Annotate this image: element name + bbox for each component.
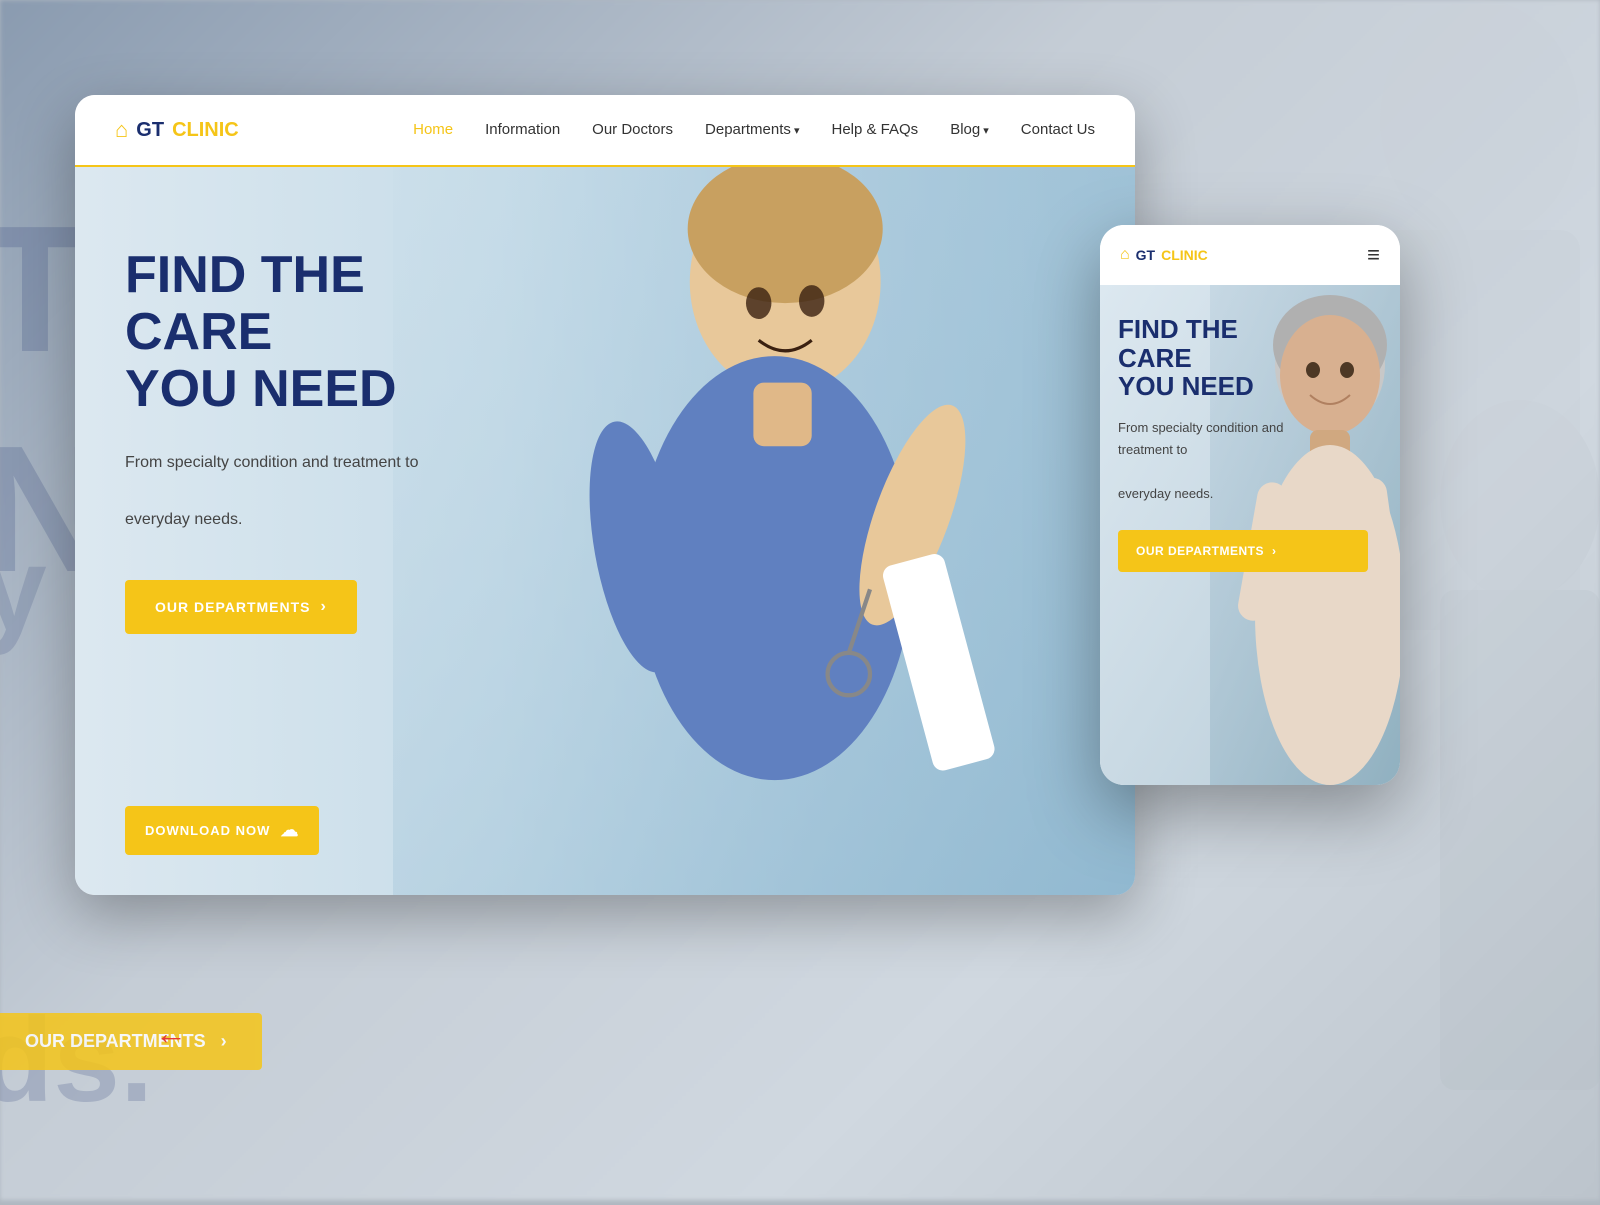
nav-link-blog[interactable]: Blog <box>950 121 989 138</box>
background-button: OUR DEPARTMENTS › <box>0 1013 262 1070</box>
cloud-upload-icon: ☁ <box>280 820 299 841</box>
desktop-hero-content: FIND THE CARE YOU NEED From specialty co… <box>125 247 525 634</box>
nav-link-information[interactable]: Information <box>485 121 560 138</box>
nav-item-blog[interactable]: Blog <box>950 121 989 139</box>
desktop-hero-title: FIND THE CARE YOU NEED <box>125 247 525 419</box>
mobile-hero-content: FIND THE CARE YOU NEED From specialty co… <box>1118 315 1318 572</box>
mobile-departments-button[interactable]: OUR DEPARTMENTS › <box>1118 530 1368 572</box>
mobile-navbar: ⌂ GT CLINIC ≡ <box>1100 225 1400 285</box>
chevron-right-icon: › <box>321 598 327 616</box>
nav-item-doctors[interactable]: Our Doctors <box>592 121 673 139</box>
nav-link-help[interactable]: Help & FAQs <box>831 121 918 138</box>
desktop-mockup: ⌂ GT CLINIC Home Information Our Doctors… <box>75 95 1135 895</box>
arrow-indicator: ← <box>155 1015 187 1052</box>
download-label: DOWNLOAD NOW <box>145 823 270 838</box>
mobile-logo-house-icon: ⌂ <box>1120 246 1130 264</box>
nav-link-contact[interactable]: Contact Us <box>1021 121 1095 138</box>
mobile-logo-clinic: CLINIC <box>1161 247 1208 263</box>
departments-button[interactable]: OUR DEPARTMENTS › <box>125 580 357 634</box>
logo-house-icon: ⌂ <box>115 117 128 143</box>
nav-item-home[interactable]: Home <box>413 121 453 139</box>
nav-link-doctors[interactable]: Our Doctors <box>592 121 673 138</box>
mobile-logo-gt: GT <box>1136 247 1155 263</box>
desktop-navbar: ⌂ GT CLINIC Home Information Our Doctors… <box>75 95 1135 167</box>
nav-link-home[interactable]: Home <box>413 121 453 138</box>
desktop-hero-subtitle: From specialty condition and treatment t… <box>125 449 525 535</box>
logo-clinic-text: CLINIC <box>172 119 239 142</box>
desktop-logo[interactable]: ⌂ GT CLINIC <box>115 117 239 143</box>
mobile-hero-subtitle: From specialty condition and treatment t… <box>1118 417 1318 505</box>
logo-gt-text: GT <box>136 119 164 142</box>
mobile-mockup: ⌂ GT CLINIC ≡ <box>1100 225 1400 785</box>
nav-item-departments[interactable]: Departments <box>705 121 799 139</box>
mobile-chevron-right-icon: › <box>1272 544 1277 558</box>
departments-button-label: OUR DEPARTMENTS <box>155 599 311 615</box>
mobile-logo[interactable]: ⌂ GT CLINIC <box>1120 246 1367 264</box>
mobile-hero-title: FIND THE CARE YOU NEED <box>1118 315 1318 401</box>
desktop-nav-links: Home Information Our Doctors Departments… <box>413 121 1095 139</box>
nav-item-information[interactable]: Information <box>485 121 560 139</box>
nav-item-help[interactable]: Help & FAQs <box>831 121 918 139</box>
mobile-departments-label: OUR DEPARTMENTS <box>1136 544 1264 558</box>
nav-link-departments[interactable]: Departments <box>705 121 799 138</box>
download-button[interactable]: DOWNLOAD NOW ☁ <box>125 806 319 855</box>
hamburger-menu-button[interactable]: ≡ <box>1367 242 1380 268</box>
desktop-hero: FIND THE CARE YOU NEED From specialty co… <box>75 167 1135 895</box>
mobile-hero: FIND THE CARE YOU NEED From specialty co… <box>1100 285 1400 785</box>
nav-item-contact[interactable]: Contact Us <box>1021 121 1095 139</box>
